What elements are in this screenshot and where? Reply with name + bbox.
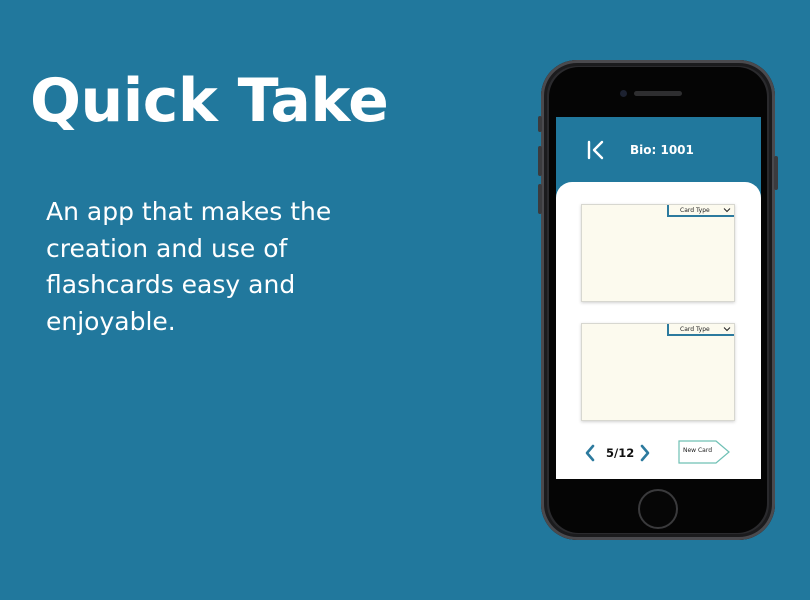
new-card-label: New Card [683,447,713,454]
deck-title: Bio: 1001 [630,143,694,157]
flashcard-front[interactable]: Card Type [581,204,735,302]
chevron-left-icon[interactable] [584,444,596,462]
back-to-start-icon[interactable] [586,139,608,161]
earpiece-speaker [634,91,682,96]
page-indicator: 5/12 [606,446,635,460]
volume-up-button [538,146,542,176]
card-editor-panel: Card Type Card Type 5/12 New Card [556,182,761,479]
chevron-down-icon [723,208,731,213]
card-type-dropdown[interactable]: Card Type [667,205,734,217]
card-type-label: Card Type [680,207,710,214]
slide-headline: Quick Take [30,66,389,136]
volume-down-button [538,184,542,214]
chevron-right-icon[interactable] [639,444,651,462]
slide-tagline: An app that makes the creation and use o… [46,197,332,336]
chevron-down-icon [723,327,731,332]
home-button[interactable] [638,489,678,529]
mute-switch [538,116,542,132]
power-button [774,156,778,190]
front-camera [620,90,627,97]
card-type-dropdown[interactable]: Card Type [667,324,734,336]
new-card-button[interactable]: New Card [678,440,730,464]
card-pager: 5/12 [584,443,674,462]
flashcard-back[interactable]: Card Type [581,323,735,421]
app-screen: Bio: 1001 Card Type Card Type 5/12 New C… [556,117,761,479]
card-type-label: Card Type [680,326,710,333]
